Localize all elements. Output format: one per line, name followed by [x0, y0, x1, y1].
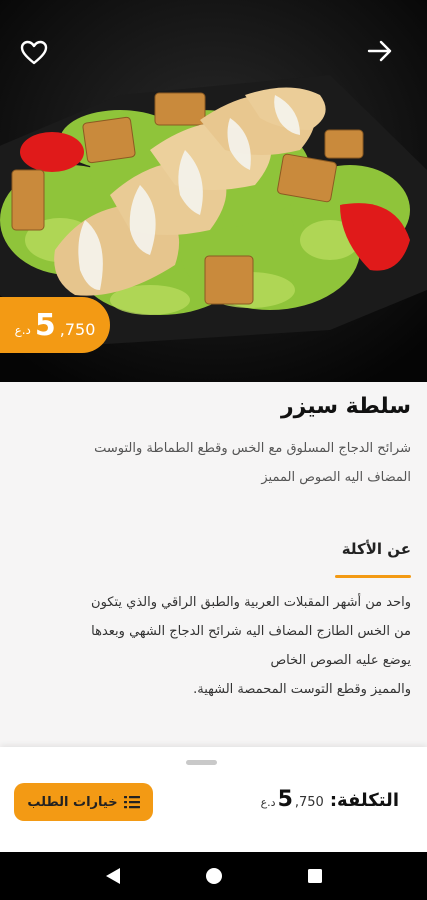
cost-value: د.ع 5 ,750: [261, 787, 324, 812]
price-minor: ,750: [59, 319, 96, 339]
nav-recents-square-icon: [307, 869, 322, 883]
favorite-button[interactable]: [20, 40, 60, 80]
order-options-label: خيارات الطلب: [27, 794, 118, 810]
back-button[interactable]: [367, 40, 407, 80]
nav-recents-button[interactable]: [295, 856, 335, 896]
about-line-text: والمميز وقطع التوست المحمصة الشهية.: [193, 682, 411, 697]
cost-major: 5: [277, 787, 293, 812]
price-currency: د.ع: [14, 323, 31, 337]
heart-outline-icon: [20, 40, 48, 65]
about-line-text: من الخس الطازج المضاف اليه شرائح الدجاج …: [91, 624, 411, 639]
total-cost: د.ع 5 ,750 التكلفة:: [261, 787, 399, 812]
dish-hero-image: د.ع 5 ,750: [0, 0, 427, 382]
order-options-button[interactable]: خيارات الطلب: [14, 783, 153, 821]
cost-minor: ,750: [294, 795, 324, 810]
dish-description: شرائح الدجاج المسلوق مع الخس وقطع الطماط…: [16, 434, 411, 492]
nav-back-button[interactable]: [93, 856, 133, 896]
about-line-text: يوضع عليه الصوص الخاص: [270, 653, 411, 668]
about-text: واحد من أشهر المقبلات العربية والطبق الر…: [13, 588, 411, 704]
list-icon: [123, 796, 140, 809]
order-bottom-sheet: خيارات الطلب د.ع 5 ,750 التكلفة:: [0, 747, 427, 852]
dish-title: سلطة سيزر: [280, 394, 411, 419]
dish-details: سلطة سيزر شرائح الدجاج المسلوق مع الخس و…: [0, 382, 427, 747]
cost-currency: د.ع: [260, 796, 276, 809]
sheet-drag-handle[interactable]: [186, 760, 217, 765]
nav-back-triangle-icon: [105, 868, 120, 884]
nav-home-circle-icon: [205, 868, 222, 884]
description-line: شرائح الدجاج المسلوق مع الخس وقطع الطماط…: [94, 441, 411, 456]
system-nav-bar: [0, 852, 427, 900]
price-badge: د.ع 5 ,750: [0, 297, 110, 353]
arrow-right-icon: [367, 40, 392, 62]
nav-home-button[interactable]: [194, 856, 234, 896]
cost-label: التكلفة:: [329, 790, 399, 811]
about-heading: عن الأكلة: [341, 540, 411, 558]
about-underline: [335, 575, 411, 578]
description-line: المضاف اليه الصوص المميز: [261, 470, 411, 485]
price-major: 5: [34, 307, 56, 343]
about-line-text: واحد من أشهر المقبلات العربية والطبق الر…: [91, 595, 411, 610]
